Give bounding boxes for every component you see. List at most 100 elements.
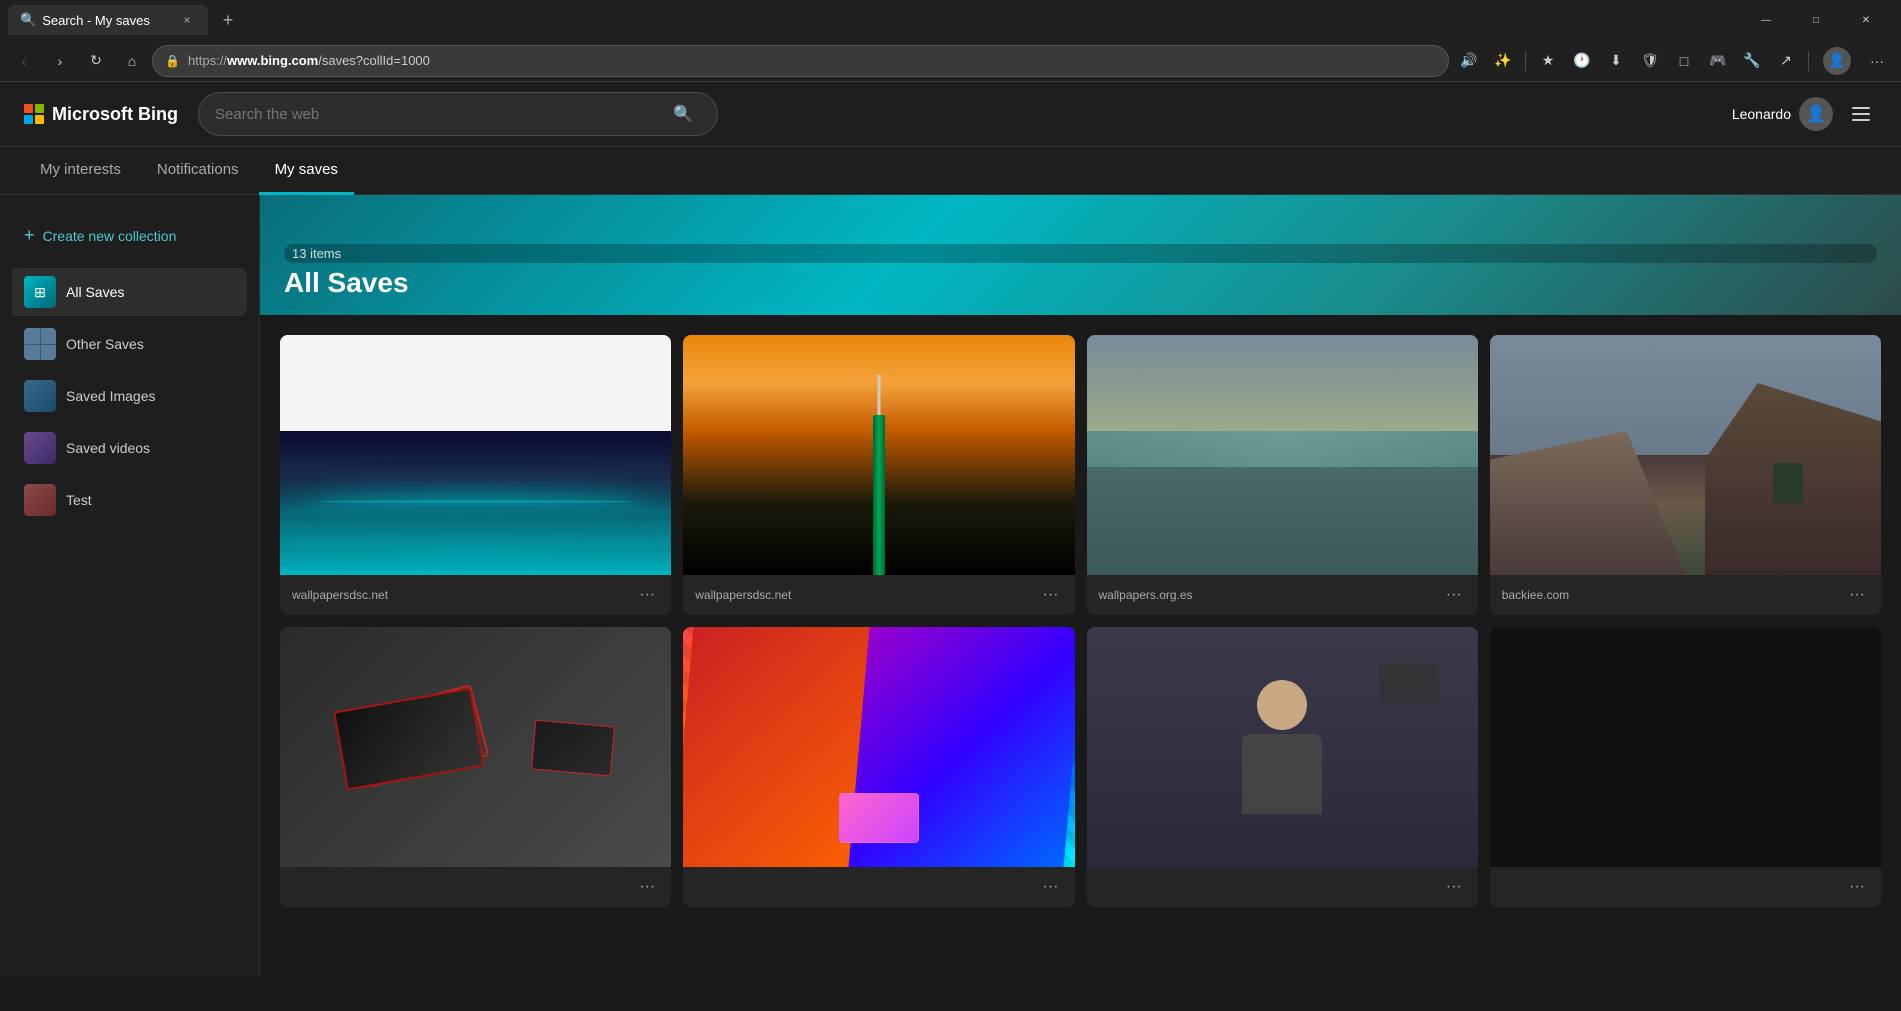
header-right: Leonardo 👤: [1732, 97, 1877, 131]
collection-header: 13 items All Saves: [260, 195, 1901, 315]
image-card-5[interactable]: ···: [280, 627, 671, 907]
sidebar: + Create new collection ⊞ All Saves Othe…: [0, 195, 260, 976]
url-text: https://www.bing.com/saves?collId=1000: [188, 53, 1436, 68]
image-card-3[interactable]: wallpapers.org.es ···: [1087, 335, 1478, 615]
bing-header: Microsoft Bing 🔍 Leonardo 👤: [0, 82, 1901, 147]
sidebar-thumb-images: [24, 380, 56, 412]
image-card-6[interactable]: ···: [683, 627, 1074, 907]
card-footer-1: wallpapersdsc.net ···: [280, 575, 671, 615]
sidebar-item-saved-images[interactable]: Saved Images: [12, 372, 247, 420]
card-footer-2: wallpapersdsc.net ···: [683, 575, 1074, 615]
sidebar-thumb-all-saves: ⊞: [24, 276, 56, 308]
home-button[interactable]: ⌂: [116, 45, 148, 77]
card-image-4: [1490, 335, 1881, 575]
shield-button[interactable]: 🛡: [1634, 45, 1666, 77]
card-footer-3: wallpapers.org.es ···: [1087, 575, 1478, 615]
card-menu-button-3[interactable]: ···: [1442, 583, 1466, 607]
sidebar-item-test[interactable]: Test: [12, 476, 247, 524]
image-card-4[interactable]: backiee.com ···: [1490, 335, 1881, 615]
user-account[interactable]: Leonardo 👤: [1732, 97, 1833, 131]
hamburger-menu-button[interactable]: [1845, 98, 1877, 130]
share-button[interactable]: ↗: [1770, 45, 1802, 77]
active-tab[interactable]: 🔍 Search - My saves ×: [8, 5, 208, 35]
profile-avatar: 👤: [1823, 47, 1851, 75]
tab-my-saves[interactable]: My saves: [259, 147, 354, 195]
back-button[interactable]: ‹: [8, 45, 40, 77]
card-menu-button-6[interactable]: ···: [1039, 875, 1063, 899]
hamburger-line-2: [1852, 113, 1870, 115]
maximize-button[interactable]: □: [1793, 5, 1839, 35]
minimize-button[interactable]: —: [1743, 5, 1789, 35]
extensions-button[interactable]: 🔧: [1736, 45, 1768, 77]
hamburger-line-1: [1852, 107, 1870, 109]
card-image-8: [1490, 627, 1881, 867]
tab-notifications-label: Notifications: [157, 161, 239, 178]
sidebar-item-all-saves[interactable]: ⊞ All Saves: [12, 268, 247, 316]
image-grid: wallpapersdsc.net ··· wallpapersdsc.net …: [260, 315, 1901, 927]
hamburger-line-3: [1852, 119, 1870, 121]
collections-button[interactable]: □: [1668, 45, 1700, 77]
browser-chrome: 🔍 Search - My saves × + — □ ✕ ‹ › ↻ ⌂ 🔒 …: [0, 0, 1901, 82]
address-bar[interactable]: 🔒 https://www.bing.com/saves?collId=1000: [152, 45, 1449, 77]
bing-logo-icon: [24, 104, 44, 124]
image-card-1[interactable]: wallpapersdsc.net ···: [280, 335, 671, 615]
sidebar-label-all-saves: All Saves: [66, 284, 124, 300]
downloads-button[interactable]: ⬇: [1600, 45, 1632, 77]
content-area: + Create new collection ⊞ All Saves Othe…: [0, 195, 1901, 976]
refresh-button[interactable]: ↻: [80, 45, 112, 77]
card-menu-button-2[interactable]: ···: [1039, 583, 1063, 607]
browser-copilot-button[interactable]: ✨: [1487, 45, 1519, 77]
profile-button[interactable]: 👤: [1815, 43, 1859, 79]
close-button[interactable]: ✕: [1843, 5, 1889, 35]
read-aloud-button[interactable]: 🔊: [1453, 45, 1485, 77]
sidebar-label-test: Test: [66, 492, 92, 508]
card-footer-7: ···: [1087, 867, 1478, 907]
sidebar-thumb-other-saves: [24, 328, 56, 360]
toolbar-divider-2: [1808, 51, 1809, 71]
person-body: [1242, 734, 1322, 814]
bing-logo[interactable]: Microsoft Bing: [24, 104, 178, 125]
card-menu-button-1[interactable]: ···: [635, 583, 659, 607]
card-footer-8: ···: [1490, 867, 1881, 907]
card-footer-6: ···: [683, 867, 1074, 907]
card-menu-button-4[interactable]: ···: [1845, 583, 1869, 607]
image-card-8[interactable]: ···: [1490, 627, 1881, 907]
favorites-button[interactable]: ★: [1532, 45, 1564, 77]
url-prefix: https://: [188, 53, 227, 68]
browser-menu-button[interactable]: ···: [1861, 45, 1893, 77]
card-image-2: [683, 335, 1074, 575]
window-controls: — □ ✕: [1743, 5, 1889, 35]
tab-my-interests[interactable]: My interests: [24, 147, 137, 195]
sidebar-label-other-saves: Other Saves: [66, 336, 144, 352]
image-card-2[interactable]: wallpapersdsc.net ···: [683, 335, 1074, 615]
search-submit-button[interactable]: 🔍: [665, 96, 701, 132]
search-box[interactable]: 🔍: [198, 92, 718, 136]
games-button[interactable]: 🎮: [1702, 45, 1734, 77]
image-card-7[interactable]: ···: [1087, 627, 1478, 907]
search-input[interactable]: [215, 106, 657, 123]
logo-green: [35, 104, 44, 113]
tab-close-button[interactable]: ×: [178, 11, 196, 29]
card-menu-button-5[interactable]: ···: [635, 875, 659, 899]
create-collection-label: Create new collection: [43, 228, 177, 244]
logo-blue: [24, 115, 33, 124]
url-host: www.bing.com: [227, 53, 318, 68]
create-collection-button[interactable]: + Create new collection: [12, 215, 247, 256]
card-menu-button-8[interactable]: ···: [1845, 875, 1869, 899]
card-menu-button-7[interactable]: ···: [1442, 875, 1466, 899]
card-footer-5: ···: [280, 867, 671, 907]
sidebar-item-other-saves[interactable]: Other Saves: [12, 320, 247, 368]
toolbar-actions: 🔊 ✨ ★ 🕐 ⬇ 🛡 □ 🎮 🔧 ↗ 👤 ···: [1453, 43, 1893, 79]
card-source-3: wallpapers.org.es: [1099, 588, 1193, 602]
tab-notifications[interactable]: Notifications: [141, 147, 255, 195]
history-button[interactable]: 🕐: [1566, 45, 1598, 77]
items-count: 13 items: [284, 244, 1877, 263]
card-footer-4: backiee.com ···: [1490, 575, 1881, 615]
title-bar: 🔍 Search - My saves × + — □ ✕: [0, 0, 1901, 40]
new-tab-button[interactable]: +: [214, 6, 242, 34]
forward-button[interactable]: ›: [44, 45, 76, 77]
user-name: Leonardo: [1732, 106, 1791, 122]
sidebar-item-saved-videos[interactable]: Saved videos: [12, 424, 247, 472]
sidebar-label-saved-images: Saved Images: [66, 388, 156, 404]
person-illustration: [1242, 680, 1322, 814]
